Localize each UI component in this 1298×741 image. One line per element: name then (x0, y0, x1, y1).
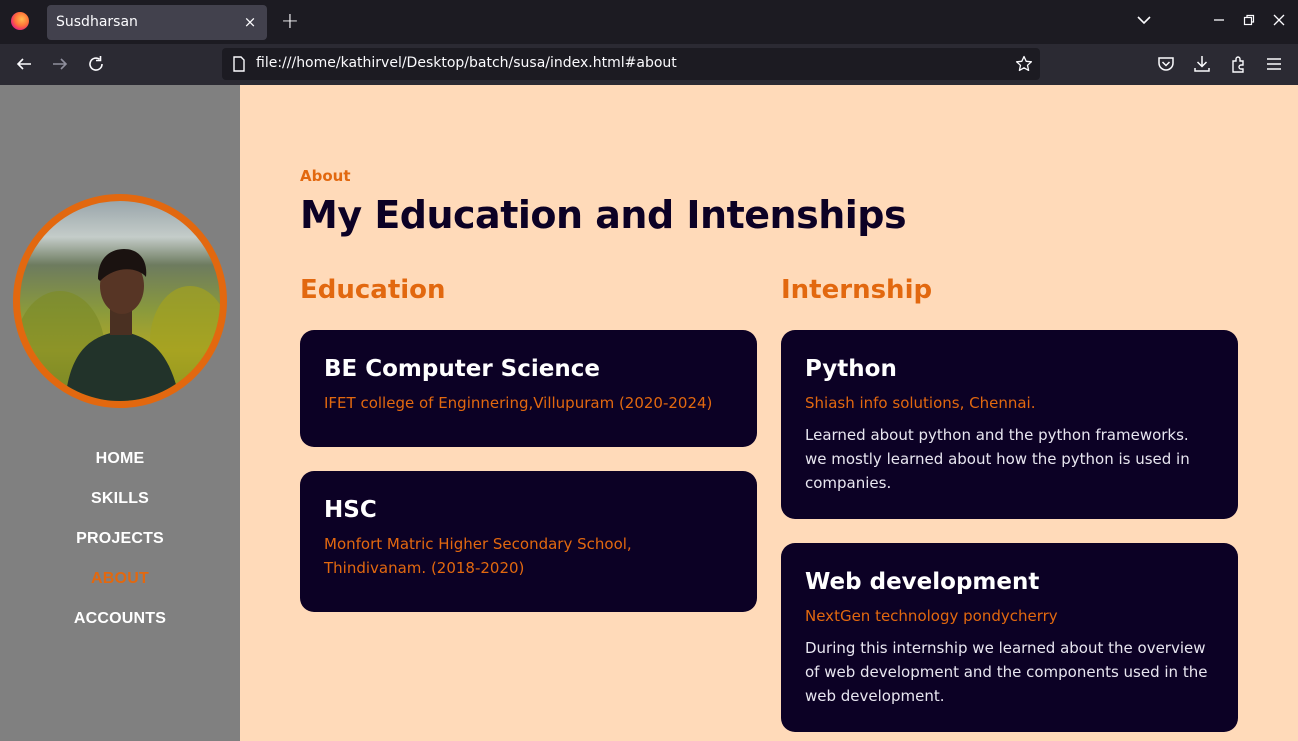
education-title: Education (300, 275, 446, 305)
menu-item-projects[interactable]: PROJECTS (0, 529, 240, 569)
tab-close-icon[interactable]: × (241, 11, 259, 33)
browser-tab-bar: Susdharsan × + (0, 0, 1298, 44)
education-card: HSC Monfort Matric Higher Secondary Scho… (300, 471, 757, 612)
url-text[interactable]: file:///home/kathirvel/Desktop/batch/sus… (256, 55, 677, 71)
sidebar-menu: HOME SKILLS PROJECTS ABOUT ACCOUNTS (0, 449, 240, 649)
card-title: Web development (805, 569, 1040, 595)
card-subtitle: Shiash info solutions, Chennai. (805, 394, 1036, 412)
forward-arrow-icon[interactable] (49, 53, 71, 75)
card-title: BE Computer Science (324, 356, 600, 382)
page-icon (230, 55, 248, 73)
internship-title: Internship (781, 275, 933, 305)
section-label: About (300, 167, 351, 185)
browser-nav-bar: file:///home/kathirvel/Desktop/batch/sus… (0, 44, 1298, 85)
back-arrow-icon[interactable] (13, 53, 35, 75)
tab-title: Susdharsan (56, 14, 138, 30)
profile-photo-avatar (13, 194, 227, 408)
page-title: My Education and Intenships (300, 193, 907, 237)
downloads-icon[interactable] (1191, 53, 1213, 75)
reload-icon[interactable] (85, 53, 107, 75)
firefox-logo-icon (11, 12, 29, 30)
sidebar: HOME SKILLS PROJECTS ABOUT ACCOUNTS (0, 85, 240, 741)
card-title: Python (805, 356, 897, 382)
internship-card: Python Shiash info solutions, Chennai. L… (781, 330, 1238, 519)
card-description: Learned about python and the python fram… (805, 426, 1190, 492)
restore-icon[interactable] (1241, 12, 1257, 28)
card-subtitle: Monfort Matric Higher Secondary School, … (324, 535, 632, 577)
minimize-icon[interactable] (1211, 12, 1227, 28)
education-card: BE Computer Science IFET college of Engi… (300, 330, 757, 447)
person-silhouette-icon (20, 249, 220, 401)
menu-item-skills[interactable]: SKILLS (0, 489, 240, 529)
pocket-icon[interactable] (1155, 53, 1177, 75)
card-description: During this internship we learned about … (805, 639, 1208, 705)
menu-item-accounts[interactable]: ACCOUNTS (0, 609, 240, 649)
url-bar[interactable]: file:///home/kathirvel/Desktop/batch/sus… (222, 48, 1040, 80)
card-title: HSC (324, 497, 377, 523)
card-subtitle: IFET college of Enginnering,Villupuram (… (324, 394, 713, 412)
tab-list-chevron-down-icon[interactable] (1136, 12, 1152, 28)
internship-card: Web development NextGen technology pondy… (781, 543, 1238, 732)
close-window-icon[interactable] (1271, 12, 1287, 28)
page-content: HOME SKILLS PROJECTS ABOUT ACCOUNTS Abou… (0, 85, 1298, 741)
browser-tab[interactable]: Susdharsan × (47, 5, 267, 40)
menu-item-about[interactable]: ABOUT (0, 569, 240, 609)
new-tab-button[interactable]: + (280, 10, 300, 34)
extensions-icon[interactable] (1228, 53, 1250, 75)
bookmark-star-icon[interactable] (1014, 54, 1034, 74)
card-subtitle: NextGen technology pondycherry (805, 607, 1058, 625)
menu-hamburger-icon[interactable] (1263, 53, 1285, 75)
menu-item-home[interactable]: HOME (0, 449, 240, 489)
